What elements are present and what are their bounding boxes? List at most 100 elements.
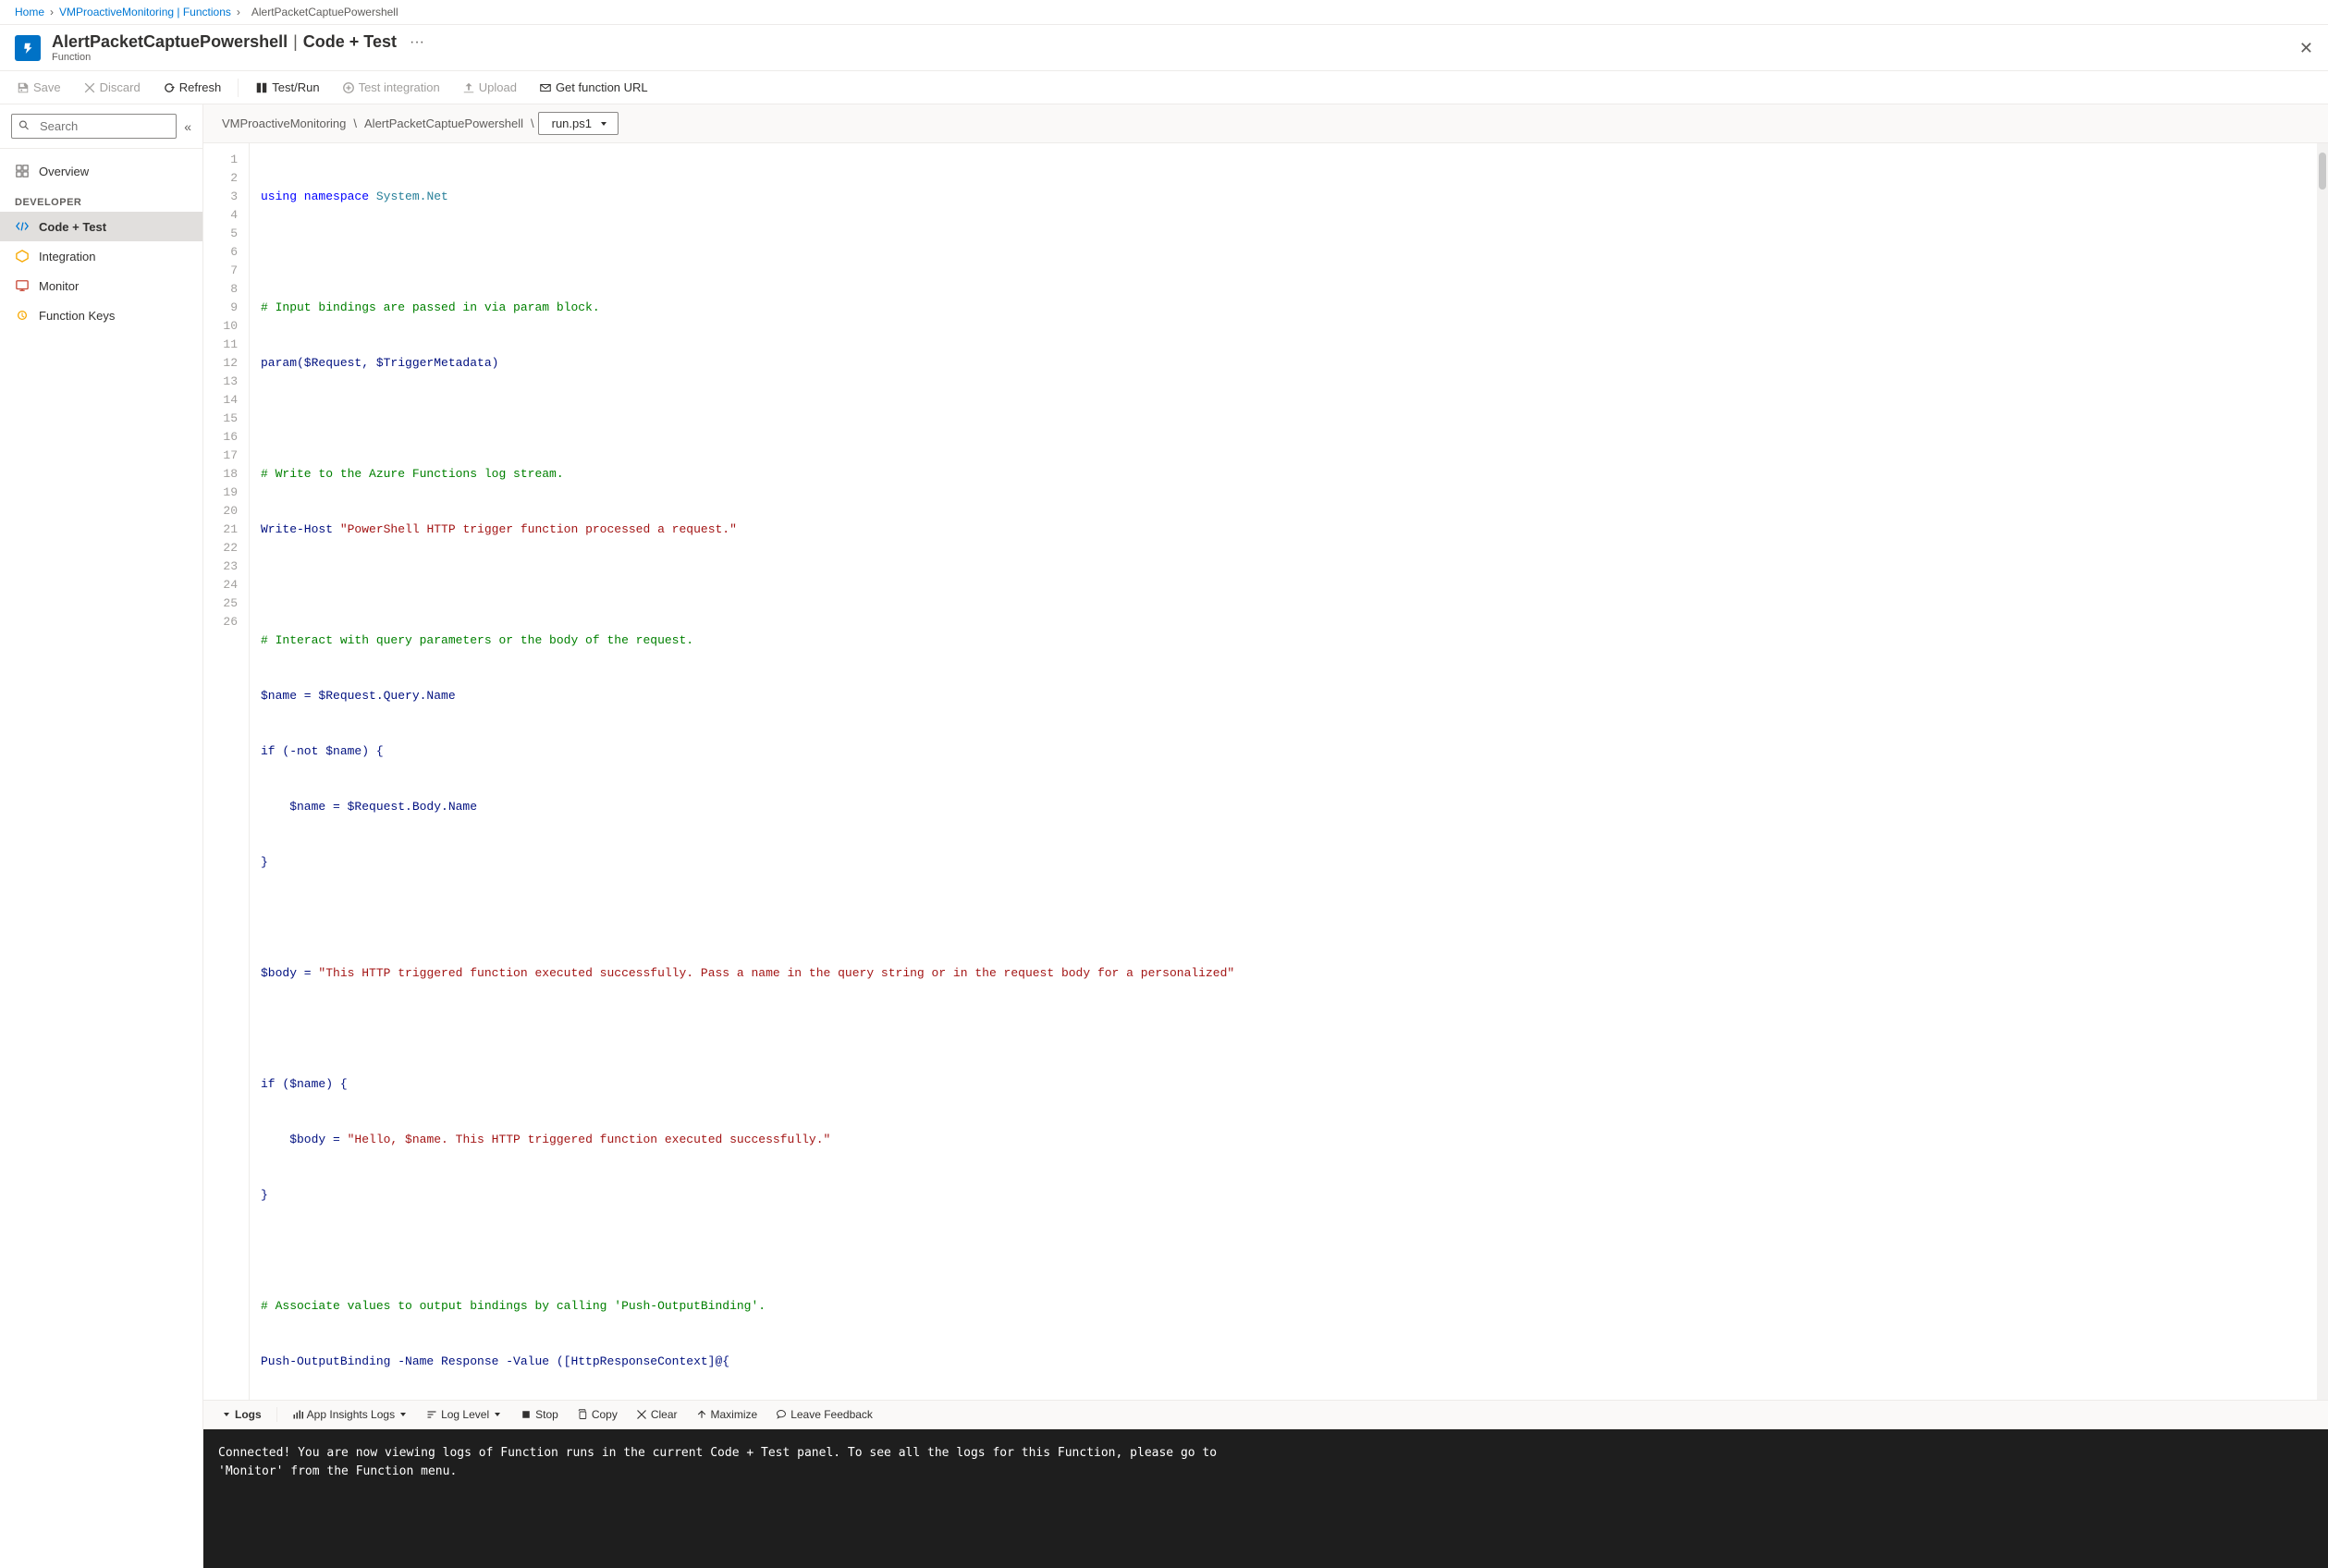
header-more-icon[interactable]: ···: [410, 34, 424, 51]
content-area: VMProactiveMonitoring \ AlertPacketCaptu…: [203, 104, 2328, 1568]
app-icon: [15, 35, 41, 61]
overview-icon: [15, 164, 30, 178]
maximize-button[interactable]: Maximize: [689, 1404, 766, 1425]
page-header: AlertPacketCaptuePowershell | Code + Tes…: [0, 25, 2328, 71]
integration-label: Integration: [39, 250, 95, 263]
code-test-label: Code + Test: [39, 220, 106, 234]
header-title-group: AlertPacketCaptuePowershell | Code + Tes…: [52, 32, 424, 63]
code-line-19: }: [261, 1186, 2317, 1205]
main-content: « Overview Developer Code + Test: [0, 104, 2328, 1568]
refresh-icon: [163, 81, 176, 94]
breadcrumb-app[interactable]: VMProactiveMonitoring | Functions: [59, 6, 231, 18]
code-line-18: $body = "Hello, $name. This HTTP trigger…: [261, 1131, 2317, 1149]
code-line-16: [261, 1020, 2317, 1038]
upload-icon: [462, 81, 475, 94]
search-icon: [18, 119, 30, 133]
save-icon: [17, 81, 30, 94]
search-input[interactable]: [11, 114, 177, 139]
code-editor: 1 2 3 4 5 6 7 8 9 10 11 12 13 14 15 16 1: [203, 143, 2328, 1400]
upload-button[interactable]: Upload: [453, 75, 526, 100]
code-line-15: $body = "This HTTP triggered function ex…: [261, 964, 2317, 983]
refresh-button[interactable]: Refresh: [153, 75, 231, 100]
code-line-21: # Associate values to output bindings by…: [261, 1297, 2317, 1316]
app-insights-icon: [292, 1409, 303, 1420]
leave-feedback-button[interactable]: Leave Feedback: [768, 1404, 880, 1425]
chevron-down-icon: [599, 119, 608, 129]
get-function-url-icon: [539, 81, 552, 94]
line-numbers: 1 2 3 4 5 6 7 8 9 10 11 12 13 14 15 16 1: [203, 143, 250, 1400]
close-button[interactable]: ✕: [2299, 40, 2313, 56]
file-function-name: AlertPacketCaptuePowershell: [364, 116, 523, 130]
sidebar: « Overview Developer Code + Test: [0, 104, 203, 1568]
function-keys-label: Function Keys: [39, 309, 115, 323]
stop-button[interactable]: Stop: [513, 1404, 566, 1425]
copy-button[interactable]: Copy: [570, 1404, 625, 1425]
discard-icon: [83, 81, 96, 94]
code-line-3: # Input bindings are passed in via param…: [261, 299, 2317, 317]
stop-icon: [521, 1409, 532, 1420]
scrollbar[interactable]: [2317, 143, 2328, 1400]
code-test-icon: [15, 219, 30, 234]
log-panel: Logs App Insights Logs Log Level Stop: [203, 1400, 2328, 1568]
scrollbar-thumb: [2319, 153, 2326, 190]
code-editor-area[interactable]: 1 2 3 4 5 6 7 8 9 10 11 12 13 14 15 16 1: [203, 143, 2328, 1400]
sidebar-item-function-keys[interactable]: Function Keys: [0, 300, 202, 330]
save-button[interactable]: Save: [7, 75, 70, 100]
sidebar-item-integration[interactable]: Integration: [0, 241, 202, 271]
breadcrumb-current: AlertPacketCaptuePowershell: [251, 6, 398, 18]
code-line-7: Write-Host "PowerShell HTTP trigger func…: [261, 521, 2317, 539]
discard-button[interactable]: Discard: [74, 75, 150, 100]
collapse-sidebar-button[interactable]: «: [184, 119, 191, 134]
test-integration-button[interactable]: Test integration: [333, 75, 449, 100]
code-line-5: [261, 410, 2317, 428]
code-line-2: [261, 243, 2317, 262]
code-line-10: $name = $Request.Query.Name: [261, 687, 2317, 705]
file-breadcrumb: VMProactiveMonitoring \ AlertPacketCaptu…: [203, 104, 2328, 143]
integration-icon: [15, 249, 30, 263]
function-label: Function: [52, 52, 424, 63]
app-insights-chevron-icon: [398, 1410, 408, 1419]
get-function-url-button[interactable]: Get function URL: [530, 75, 657, 100]
maximize-icon: [696, 1409, 707, 1420]
sidebar-search-area: «: [0, 104, 202, 149]
sidebar-item-code-test[interactable]: Code + Test: [0, 212, 202, 241]
log-output: Connected! You are now viewing logs of F…: [203, 1429, 2328, 1568]
log-level-button[interactable]: Log Level: [419, 1404, 509, 1425]
clear-button[interactable]: Clear: [629, 1404, 685, 1425]
code-line-12: $name = $Request.Body.Name: [261, 798, 2317, 816]
sidebar-item-overview[interactable]: Overview: [0, 156, 202, 186]
breadcrumb-home[interactable]: Home: [15, 6, 44, 18]
sidebar-item-monitor[interactable]: Monitor: [0, 271, 202, 300]
code-line-11: if (-not $name) {: [261, 742, 2317, 761]
log-message: Connected! You are now viewing logs of F…: [218, 1444, 2313, 1480]
test-integration-icon: [342, 81, 355, 94]
monitor-label: Monitor: [39, 279, 79, 293]
app-insights-button[interactable]: App Insights Logs: [285, 1404, 415, 1425]
monitor-icon: [15, 278, 30, 293]
code-line-4: param($Request, $TriggerMetadata): [261, 354, 2317, 373]
breadcrumb: Home › VMProactiveMonitoring | Functions…: [0, 0, 2328, 25]
code-line-22: Push-OutputBinding -Name Response -Value…: [261, 1353, 2317, 1371]
toolbar-sep-1: [238, 79, 239, 97]
code-line-13: }: [261, 853, 2317, 872]
code-line-6: # Write to the Azure Functions log strea…: [261, 465, 2317, 484]
file-selector[interactable]: run.ps1: [538, 112, 619, 135]
code-line-9: # Interact with query parameters or the …: [261, 631, 2317, 650]
code-line-1: using namespace System.Net: [261, 188, 2317, 206]
copy-icon: [577, 1409, 588, 1420]
test-run-button[interactable]: Test/Run: [246, 75, 328, 100]
code-line-20: [261, 1242, 2317, 1260]
sidebar-nav: Overview Developer Code + Test Integrati…: [0, 149, 202, 1568]
page-subtitle: Code + Test: [303, 32, 397, 52]
code-line-8: [261, 576, 2317, 594]
code-line-14: [261, 909, 2317, 927]
logs-toggle-button[interactable]: Logs: [214, 1404, 269, 1425]
developer-section-label: Developer: [0, 186, 202, 212]
page-title: AlertPacketCaptuePowershell: [52, 32, 288, 52]
log-level-icon: [426, 1409, 437, 1420]
log-level-chevron-icon: [493, 1410, 502, 1419]
toolbar: Save Discard Refresh Test/Run Test integ…: [0, 71, 2328, 104]
log-toolbar: Logs App Insights Logs Log Level Stop: [203, 1401, 2328, 1429]
code-line-17: if ($name) {: [261, 1075, 2317, 1094]
code-content[interactable]: using namespace System.Net # Input bindi…: [250, 143, 2317, 1400]
